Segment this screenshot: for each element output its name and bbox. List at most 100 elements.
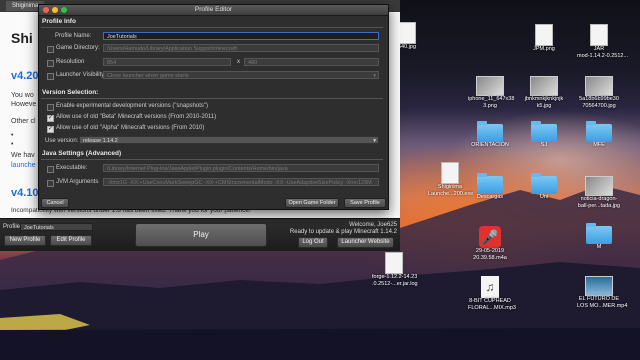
music-file-icon: ♫ (481, 276, 499, 298)
desktop-icon[interactable]: Uni (522, 173, 566, 201)
alpha-checkbox[interactable] (47, 125, 54, 133)
ready-status: Ready to update & play Minecraft 1.14.2 (289, 229, 397, 235)
profile-name-field[interactable]: JoeTutorials (103, 32, 379, 40)
folder-icon (477, 121, 503, 142)
desktop-icon[interactable]: forge-1.12.2-14.23.0.2512-...er.jar.log (372, 252, 418, 287)
image-thumbnail-icon (530, 76, 558, 96)
version-heading-410[interactable]: v4.10 (11, 187, 39, 199)
desktop-icon[interactable]: 5a18b6b99be30 70564700.jpg (577, 76, 621, 109)
dialog-title: Profile Editor (194, 6, 233, 13)
jvm-arguments-field[interactable]: -Xmx1G -XX:+UseConcMarkSweepGC -XX:+CMSI… (103, 178, 379, 186)
resolution-width-field[interactable]: 854 (103, 58, 231, 66)
desktop-icon[interactable]: EL FUTURO DE LOS MO...MER.mp4 (577, 276, 627, 309)
bullet-item-2: • (11, 141, 14, 148)
desktop-icon[interactable]: JPM.png (522, 24, 566, 53)
resolution-checkbox[interactable] (47, 60, 54, 67)
beta-label: Allow use of old "Beta" Minecraft versio… (56, 114, 217, 120)
folder-icon (586, 223, 612, 244)
game-directory-label: Game Directory: (56, 45, 100, 51)
executable-value: /Library/Internet Plug-Ins/JavaAppletPlu… (107, 166, 288, 172)
paragraph-line: Howeve (11, 101, 37, 108)
document-icon (535, 24, 553, 46)
version-heading-420[interactable]: v4.20 (11, 70, 39, 82)
desktop-icon-label: mod-1.14.2-0.2512... (577, 52, 629, 59)
welcome-text: Welcome, Joe625 (349, 222, 397, 228)
launcher-link[interactable]: launche (11, 162, 36, 169)
edit-profile-button[interactable]: Edit Profile (50, 235, 92, 246)
divider (41, 27, 383, 28)
desktop-icon[interactable]: noticia-dragon-ball-per...tada.jpg (577, 176, 621, 209)
desktop-icon[interactable]: ♫ 8-BIT CUPHEAD FLORAL...MIX.mp3 (468, 276, 516, 311)
divider (41, 98, 383, 99)
folder-icon (477, 173, 503, 194)
document-icon (441, 162, 459, 184)
desktop-icon-label: SJ (540, 142, 548, 148)
jvm-arguments-checkbox[interactable] (47, 180, 54, 187)
desktop-icon-label: noticia-dragon- (580, 196, 618, 202)
desktop-icon-label: k5.jpg (536, 102, 552, 109)
launcher-visibility-label: Launcher Visibility (56, 72, 105, 78)
snapshots-checkbox[interactable] (47, 104, 54, 111)
dialog-titlebar[interactable]: Profile Editor (39, 5, 388, 16)
image-thumbnail-icon (585, 76, 613, 96)
desktop-icon[interactable]: ORIENTACIÓN (468, 121, 512, 149)
new-profile-button[interactable]: New Profile (4, 235, 46, 246)
jvm-arguments-label: JVM Arguments (56, 179, 99, 185)
divider (41, 159, 383, 160)
desktop-icon[interactable]: Shiginima Launche...200.exe (428, 162, 473, 197)
document-icon (590, 24, 608, 46)
chevron-down-icon: ▾ (373, 73, 376, 79)
desktop-icon[interactable]: M (577, 223, 621, 251)
profile-select[interactable]: JoeTutorials (20, 223, 93, 231)
resolution-width-value: 854 (107, 60, 117, 66)
game-directory-checkbox[interactable] (47, 46, 54, 53)
cancel-button[interactable]: Cancel (41, 198, 69, 208)
launcher-bar: Profile: JoeTutorials New Profile Edit P… (0, 218, 400, 251)
folder-icon (531, 173, 557, 194)
executable-checkbox[interactable] (47, 166, 54, 173)
launcher-visibility-checkbox[interactable] (47, 73, 54, 80)
java-settings-heading: Java Settings (Advanced) (42, 150, 122, 157)
desktop-icon-label: Descargas (476, 194, 504, 200)
launcher-website-button[interactable]: Launcher Website (337, 237, 394, 248)
image-thumbnail-icon (585, 176, 613, 196)
folder-icon (531, 121, 557, 142)
paragraph-line: We hav (11, 152, 35, 159)
game-directory-value: /Users/Hamudo/Library/Application Suppor… (107, 46, 237, 52)
play-button[interactable]: Play (135, 223, 267, 247)
desktop-icon[interactable]: JAR mod-1.14.2-0.2512... (577, 24, 629, 59)
desktop-icon-label: EL FUTURO DE (578, 296, 620, 302)
profile-label: Profile: (3, 224, 22, 230)
desktop-icon[interactable]: MFE (577, 121, 621, 149)
use-version-select[interactable]: release 1.14.2 ▾ (79, 136, 379, 144)
resolution-height-value: 480 (248, 60, 258, 66)
resolution-x-label: x (237, 59, 240, 65)
desktop-icon[interactable]: jbnkmnkjknkjnjk k5.jpg (522, 76, 566, 109)
desktop-icon[interactable]: iphone_11_647x38 3.png (468, 76, 514, 109)
document-icon (385, 252, 403, 274)
launcher-visibility-value: Close launcher when game starts (107, 73, 189, 79)
use-version-value: release 1.14.2 (83, 138, 118, 144)
desktop-icon-label: .0.2512-...er.jar.log (372, 280, 418, 287)
logout-button[interactable]: Log Out (298, 237, 328, 248)
folder-icon (586, 121, 612, 142)
page-heading: Shi (11, 30, 33, 46)
desktop-icon-label: MFE (593, 142, 605, 148)
snapshots-label: Enable experimental development versions… (56, 103, 209, 109)
save-profile-button[interactable]: Save Profile (344, 198, 386, 208)
launcher-visibility-select[interactable]: Close launcher when game starts ▾ (103, 71, 379, 79)
desktop-icon[interactable]: 🎤 29-05-2019 20.39.58.m4a (468, 226, 512, 261)
desktop-icon-label: forge-1.12.2-14.23 (372, 274, 418, 280)
game-directory-field[interactable]: /Users/Hamudo/Library/Application Suppor… (103, 44, 379, 52)
desktop-icon-label: JPM.png (533, 46, 555, 52)
desktop-icon[interactable]: Descargas (468, 173, 512, 201)
resolution-height-field[interactable]: 480 (244, 58, 379, 66)
executable-label: Executable: (56, 165, 88, 171)
desktop-icon[interactable]: SJ (522, 121, 566, 149)
profile-editor-dialog: Profile Editor Profile Info Profile Name… (38, 4, 389, 210)
beta-checkbox[interactable] (47, 114, 54, 122)
executable-field[interactable]: /Library/Internet Plug-Ins/JavaAppletPlu… (103, 164, 379, 172)
desktop-icon-label: 3.png (483, 102, 497, 109)
profile-name-value: JoeTutorials (107, 34, 137, 40)
open-game-folder-button[interactable]: Open Game Folder (285, 198, 339, 208)
